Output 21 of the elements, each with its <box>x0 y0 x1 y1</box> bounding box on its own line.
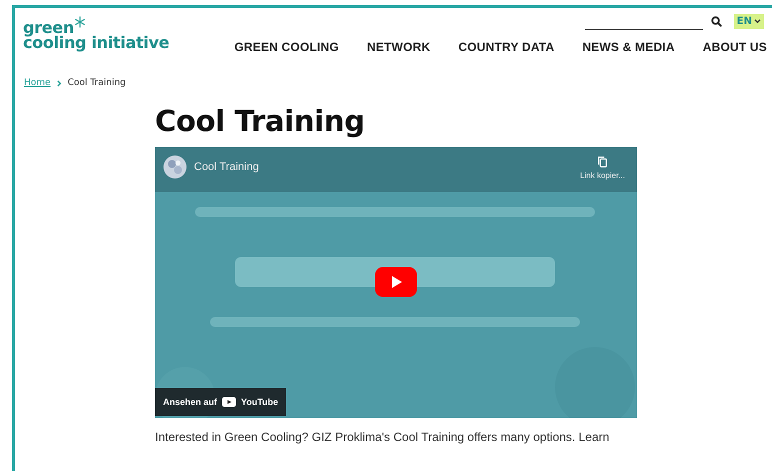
search-icon[interactable] <box>710 16 722 27</box>
copy-icon <box>597 156 608 168</box>
channel-avatar-icon[interactable] <box>163 155 187 179</box>
nav-link[interactable]: ABOUT US <box>702 40 767 54</box>
video-title[interactable]: Cool Training <box>194 161 574 173</box>
nav-link[interactable]: NETWORK <box>366 40 430 54</box>
youtube-icon <box>222 397 236 407</box>
chevron-down-icon <box>754 19 761 24</box>
logo[interactable]: green cooling initiative <box>23 8 170 54</box>
chevron-right-icon <box>56 80 62 86</box>
video-player[interactable]: Cool Training Link kopier... Ansehen auf YouTube <box>155 147 637 418</box>
snowflake-icon <box>74 16 86 28</box>
intro-text: Interested in Green Cooling? GIZ Proklima's Cool Training offers many options. Learn <box>155 430 610 444</box>
nav-link[interactable]: GREEN COOLING <box>234 40 339 54</box>
breadcrumb-current: Cool Training <box>68 78 126 88</box>
copy-link-button[interactable]: Link kopier... <box>580 156 625 180</box>
nav-link[interactable]: NEWS & MEDIA <box>582 40 675 54</box>
page-title: Cool Training <box>155 104 366 138</box>
watch-on-youtube-button[interactable]: Ansehen auf YouTube <box>155 388 286 416</box>
play-button[interactable] <box>375 267 417 297</box>
nav-link[interactable]: COUNTRY DATA <box>458 40 554 54</box>
